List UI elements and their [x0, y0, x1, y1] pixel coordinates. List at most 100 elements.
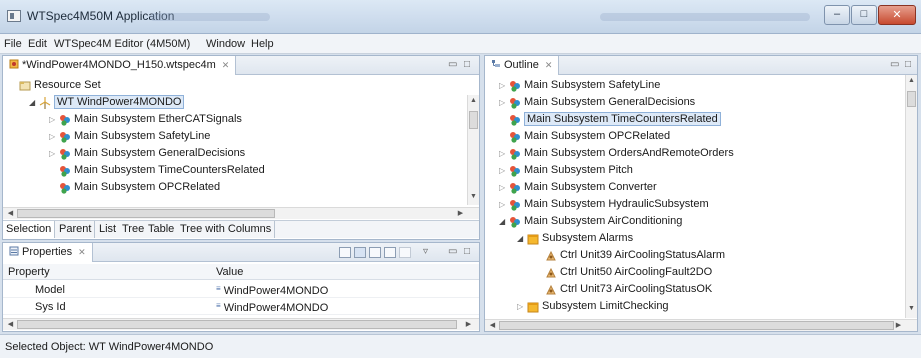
scroll-down-icon[interactable]: ▼ [906, 305, 917, 316]
tab-table[interactable]: Table [145, 221, 179, 238]
tree-item[interactable]: Main Subsystem TimeCountersRelated [3, 163, 465, 180]
scroll-left-icon[interactable]: ◀ [5, 208, 16, 219]
tree-item[interactable]: ▷ Main Subsystem SafetyLine [3, 129, 465, 146]
collapsed-arrow-icon[interactable]: ▷ [517, 302, 523, 311]
maximize-view-icon[interactable]: □ [905, 59, 911, 70]
tab-tree-with-columns[interactable]: Tree with Columns [177, 221, 276, 238]
collapsed-arrow-icon[interactable]: ▷ [499, 200, 505, 209]
tab-selection[interactable]: Selection [3, 221, 56, 238]
editor-tab-close-icon[interactable]: ✕ [222, 60, 230, 70]
model-file-icon [9, 59, 19, 69]
minimize-view-icon[interactable]: ▭ [448, 59, 457, 70]
menu-editor[interactable]: WTSpec4M Editor (4M50M) [54, 38, 190, 50]
tab-parent[interactable]: Parent [56, 221, 96, 238]
advanced-icon[interactable] [399, 247, 411, 258]
string-value-icon: ≡ [216, 284, 221, 293]
properties-tab[interactable]: Properties ✕ [3, 243, 93, 262]
hscroll-thumb[interactable] [17, 320, 457, 329]
minimize-view-icon[interactable]: ▭ [448, 246, 457, 257]
view-menu-icon[interactable]: ▿ [423, 246, 428, 257]
maximize-view-icon[interactable]: □ [464, 246, 470, 257]
scroll-right-icon[interactable]: ▶ [463, 319, 474, 330]
menu-edit[interactable]: Edit [28, 38, 47, 50]
tree-item[interactable]: Main Subsystem OPCRelated [485, 129, 903, 146]
properties-tab-close-icon[interactable]: ✕ [78, 247, 86, 257]
scroll-up-icon[interactable]: ▲ [906, 77, 917, 88]
minimize-view-icon[interactable]: ▭ [890, 59, 899, 70]
collapsed-arrow-icon[interactable]: ▷ [499, 183, 505, 192]
subsystem-icon [509, 114, 521, 126]
collapsed-arrow-icon[interactable]: ▷ [499, 98, 505, 107]
subsystem-icon [59, 114, 71, 126]
collapsed-arrow-icon[interactable]: ▷ [499, 81, 505, 90]
tree-item[interactable]: Main Subsystem TimeCountersRelated [485, 112, 903, 129]
property-row[interactable]: Sys Id ≡ WindPower4MONDO [3, 299, 479, 315]
scroll-thumb[interactable] [907, 91, 916, 107]
scroll-thumb[interactable] [469, 111, 478, 129]
tree-item[interactable]: Ctrl Unit50 AirCoolingFault2DO [485, 265, 903, 282]
maximize-view-icon[interactable]: □ [464, 59, 470, 70]
expanded-arrow-icon[interactable]: ◢ [517, 234, 523, 243]
tab-list[interactable]: List [96, 221, 121, 238]
scroll-down-icon[interactable]: ▼ [468, 193, 479, 204]
scroll-left-icon[interactable]: ◀ [5, 319, 16, 330]
menu-help[interactable]: Help [251, 38, 274, 50]
window-titlebar[interactable]: WTSpec4M50M Application – □ ✕ [0, 0, 921, 34]
tree-item[interactable]: ▷ Subsystem LimitChecking [485, 299, 903, 316]
property-row[interactable]: Model ≡ WindPower4MONDO [3, 282, 479, 298]
maximize-button[interactable]: □ [851, 5, 877, 25]
tab-tree[interactable]: Tree [119, 221, 149, 238]
close-button[interactable]: ✕ [878, 5, 916, 25]
subsystem-icon [59, 165, 71, 177]
collapsed-arrow-icon[interactable]: ▷ [49, 132, 55, 141]
menu-window[interactable]: Window [206, 38, 245, 50]
collapsed-arrow-icon[interactable]: ▷ [499, 149, 505, 158]
tree-item[interactable]: Ctrl Unit73 AirCoolingStatusOK [485, 282, 903, 299]
expanded-arrow-icon[interactable]: ◢ [29, 98, 35, 107]
hscroll-thumb[interactable] [499, 321, 894, 330]
tree-item[interactable]: ▷ Main Subsystem EtherCATSignals [3, 112, 465, 129]
tree-item[interactable]: ▷ Main Subsystem HydraulicSubsystem [485, 197, 903, 214]
expanded-arrow-icon[interactable]: ◢ [499, 217, 505, 226]
outline-vscrollbar[interactable]: ▲ ▼ [905, 75, 917, 318]
editor-tab[interactable]: *WindPower4MONDO_H150.wtspec4m ✕ [3, 56, 237, 75]
tree-item[interactable]: Main Subsystem OPCRelated [3, 180, 465, 197]
scroll-right-icon[interactable]: ▶ [455, 208, 466, 219]
hscroll-thumb[interactable] [17, 209, 275, 218]
collapsed-arrow-icon[interactable]: ▷ [49, 149, 55, 158]
minimize-button[interactable]: – [824, 5, 850, 25]
tree-item[interactable]: ▷ Main Subsystem SafetyLine [485, 78, 903, 95]
collapsed-arrow-icon[interactable]: ▷ [499, 166, 505, 175]
categories-icon[interactable] [354, 247, 366, 258]
tree-item[interactable]: ◢ Main Subsystem AirConditioning [485, 214, 903, 231]
tree-item[interactable]: ▷ Main Subsystem Pitch [485, 163, 903, 180]
tree-item-label: Main Subsystem SafetyLine [524, 79, 661, 91]
outline-tab-close-icon[interactable]: ✕ [545, 60, 553, 70]
pin-icon[interactable] [339, 247, 351, 258]
properties-hscrollbar[interactable]: ◀ ▶ [3, 318, 479, 330]
outline-tab[interactable]: Outline ✕ [485, 56, 560, 75]
editor-vscrollbar[interactable]: ▲ ▼ [467, 95, 479, 205]
scroll-right-icon[interactable]: ▶ [893, 320, 904, 331]
editor-hscrollbar[interactable]: ◀ ▶ [3, 207, 479, 219]
collapsed-arrow-icon[interactable]: ▷ [49, 115, 55, 124]
tree-item[interactable]: ▷ Main Subsystem GeneralDecisions [485, 95, 903, 112]
scroll-up-icon[interactable]: ▲ [468, 97, 479, 108]
subsystem-icon [509, 216, 521, 228]
tree-item[interactable]: ◢ WT WindPower4MONDO [3, 95, 465, 112]
tree-item[interactable]: ▷ Main Subsystem OrdersAndRemoteOrders [485, 146, 903, 163]
tree-item[interactable]: ▷ Main Subsystem Converter [485, 180, 903, 197]
title-decoration [150, 13, 270, 21]
scroll-left-icon[interactable]: ◀ [487, 320, 498, 331]
tree-item[interactable]: ◢ Subsystem Alarms [485, 231, 903, 248]
tree-item-label: Main Subsystem Pitch [524, 164, 633, 176]
app-icon [7, 10, 21, 22]
filter-icon[interactable] [369, 247, 381, 258]
ctrl-unit-icon [545, 267, 557, 279]
tree-item[interactable]: ▷ Main Subsystem GeneralDecisions [3, 146, 465, 163]
tree-item[interactable]: Resource Set [3, 78, 465, 95]
restore-default-icon[interactable] [384, 247, 396, 258]
outline-hscrollbar[interactable]: ◀ ▶ [485, 319, 917, 331]
tree-item[interactable]: Ctrl Unit39 AirCoolingStatusAlarm [485, 248, 903, 265]
menu-file[interactable]: File [4, 38, 22, 50]
